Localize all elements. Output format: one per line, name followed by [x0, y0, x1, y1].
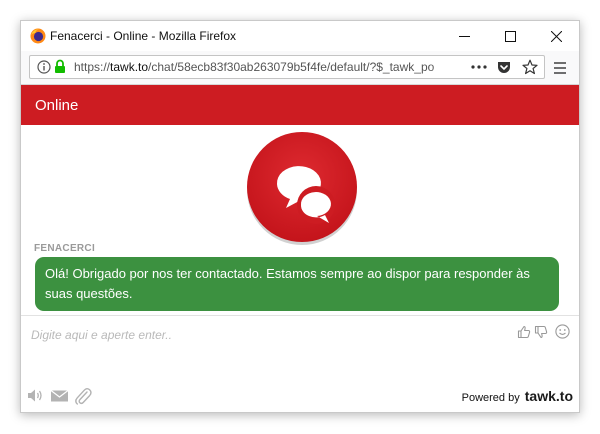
info-icon[interactable]: [37, 60, 51, 74]
emoji-icon[interactable]: [555, 324, 570, 339]
chat-status-title: Online: [35, 97, 79, 114]
attachment-icon[interactable]: [74, 386, 92, 406]
url-path: /chat/58ecb83f30ab263079b5f4fe/default/?…: [148, 60, 435, 74]
message-input[interactable]: [29, 322, 503, 348]
maximize-button[interactable]: [487, 21, 533, 51]
address-bar[interactable]: https://tawk.to/chat/58ecb83f30ab263079b…: [29, 55, 545, 79]
window-title: Fenacerci - Online - Mozilla Firefox: [50, 29, 237, 43]
close-icon: [550, 30, 562, 42]
pocket-icon[interactable]: [496, 59, 512, 75]
url-domain: tawk.to: [110, 60, 149, 74]
thumbs-down-icon[interactable]: [534, 325, 548, 339]
maximize-icon: [504, 30, 516, 42]
firefox-logo-icon: [30, 28, 46, 44]
url-text[interactable]: https://tawk.to/chat/58ecb83f30ab263079b…: [74, 60, 458, 74]
ellipsis-icon[interactable]: [470, 60, 488, 74]
powered-by-link[interactable]: Powered by tawk.to: [462, 388, 573, 404]
browser-window: Fenacerci - Online - Mozilla Firefox htt…: [20, 20, 580, 413]
chat-messages: FENACERCI Olá! Obrigado por nos ter cont…: [21, 125, 579, 315]
chat-footer: Powered by tawk.to: [21, 383, 579, 411]
mail-icon[interactable]: [50, 387, 69, 405]
agent-name: FENACERCI: [34, 243, 96, 254]
message-input-area: [21, 316, 579, 376]
close-button[interactable]: [533, 21, 579, 51]
speaker-icon[interactable]: [26, 386, 45, 405]
powered-by-label: Powered by: [461, 392, 520, 404]
navigation-bar: https://tawk.to/chat/58ecb83f30ab263079b…: [21, 51, 579, 85]
star-icon[interactable]: [522, 59, 538, 75]
title-bar: Fenacerci - Online - Mozilla Firefox: [21, 21, 579, 51]
hamburger-icon[interactable]: [553, 61, 567, 75]
thumbs-up-icon[interactable]: [517, 325, 531, 339]
url-scheme: https://: [74, 60, 111, 74]
tawkto-brand: tawk.to: [524, 388, 573, 404]
url-fade: [430, 57, 460, 77]
lock-icon[interactable]: [54, 59, 66, 74]
chat-header: Online: [21, 85, 579, 125]
minimize-icon: [458, 35, 470, 37]
agent-message-bubble: Olá! Obrigado por nos ter contactado. Es…: [35, 257, 559, 311]
chat-bubbles-avatar-icon: [247, 132, 357, 245]
minimize-button[interactable]: [441, 21, 487, 51]
